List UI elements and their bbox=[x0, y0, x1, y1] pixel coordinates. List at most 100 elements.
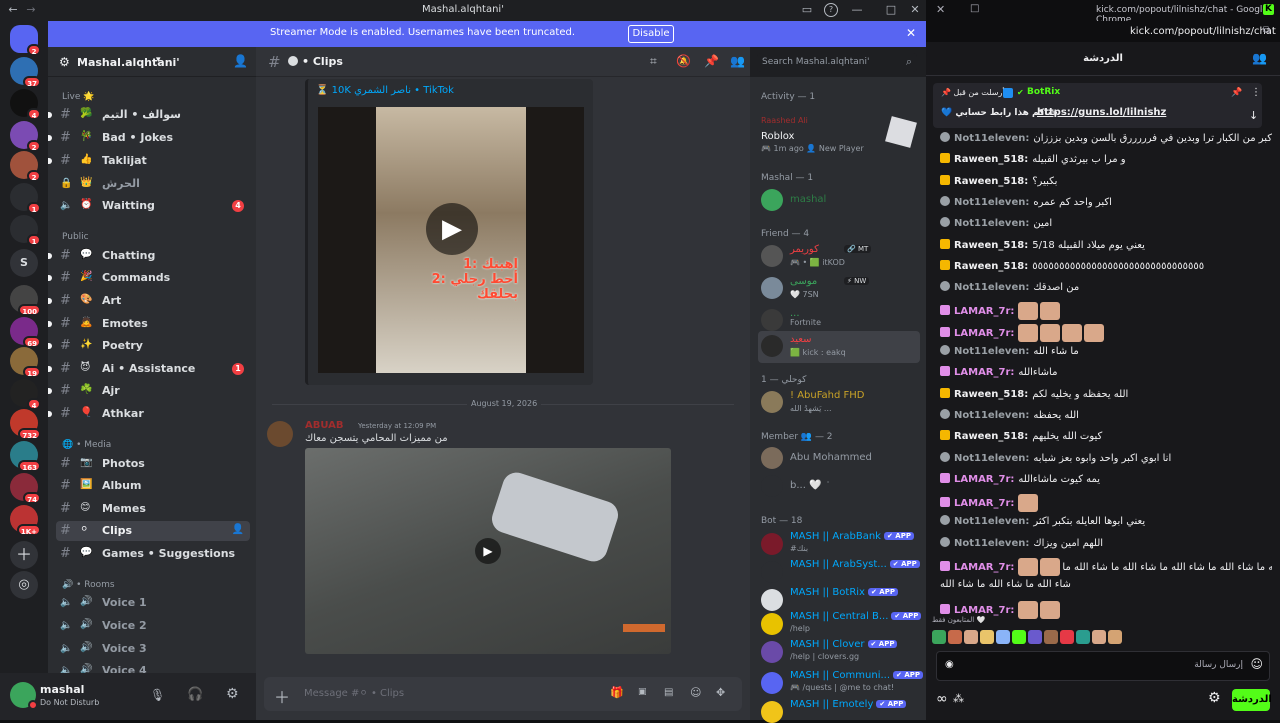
category-rooms[interactable]: 🔊 • Rooms bbox=[62, 580, 115, 590]
server-icon[interactable]: 74 bbox=[10, 473, 41, 504]
maximize-icon[interactable]: □ bbox=[884, 3, 898, 17]
chat-username[interactable]: Not11eleven: bbox=[954, 410, 1029, 421]
chat-username[interactable]: LAMAR_7r: bbox=[954, 306, 1014, 317]
play-icon[interactable]: ▶ bbox=[426, 203, 478, 255]
avatar[interactable] bbox=[10, 682, 38, 710]
server-icon[interactable]: 1K+ bbox=[10, 505, 41, 536]
avatar[interactable] bbox=[761, 189, 783, 211]
expand-icon[interactable]: ↓ bbox=[1249, 109, 1258, 122]
message-author[interactable]: ABUAB bbox=[305, 420, 344, 431]
member-list-icon[interactable]: 👥 bbox=[730, 54, 745, 68]
coins-icon[interactable]: ⁂ bbox=[953, 692, 964, 705]
chat-username[interactable]: LAMAR_7r: bbox=[954, 562, 1014, 573]
settings-gear-icon[interactable]: ⚙ bbox=[226, 686, 239, 702]
bot-item[interactable]: MASH || Central B... ✔ APP/help bbox=[758, 609, 922, 635]
chat-username[interactable]: Not11eleven: bbox=[954, 282, 1029, 293]
translate-icon[interactable]: ⧉ bbox=[1263, 25, 1270, 36]
chat-username[interactable]: Not11eleven: bbox=[954, 218, 1029, 229]
chat-username[interactable]: LAMAR_7r: bbox=[954, 605, 1014, 616]
headphones-icon[interactable]: 🎧 bbox=[187, 687, 203, 702]
server-icon[interactable]: 163 bbox=[10, 441, 41, 472]
avatar[interactable] bbox=[761, 245, 783, 267]
channel-item[interactable]: # 😈 Ai • Assistance 1 bbox=[48, 359, 250, 379]
message-input[interactable]: ＋ Message #⚪ • Clips 🎁 ▣ ▤ ☺ ✥ bbox=[264, 677, 742, 711]
avatar[interactable] bbox=[761, 561, 783, 583]
inbox-icon[interactable]: ▭ bbox=[800, 3, 814, 17]
channel-item[interactable]: 🔈 🔊 Voice 1 bbox=[56, 593, 250, 613]
server-icon[interactable]: 4 bbox=[10, 89, 41, 120]
chat-username[interactable]: Not11eleven: bbox=[954, 453, 1029, 464]
channel-item[interactable]: # 💬 Chatting bbox=[48, 246, 250, 266]
member-item[interactable]: سعيد 🟩 kick : eakq bbox=[758, 331, 920, 363]
threads-icon[interactable]: ⌗ bbox=[650, 54, 657, 69]
channel-item[interactable]: # 🎈 Athkar bbox=[48, 404, 250, 424]
avatar[interactable] bbox=[761, 613, 783, 635]
member-item[interactable]: b... 🤍 ݁ ݁ bbox=[758, 471, 920, 503]
avatar[interactable] bbox=[761, 335, 783, 357]
sticker-icon[interactable]: ▤ bbox=[664, 687, 673, 698]
channel-item[interactable]: 🔈 ⏰ Waitting 4 bbox=[56, 196, 250, 216]
help-icon[interactable]: ? bbox=[824, 3, 838, 17]
emote-icon[interactable] bbox=[964, 630, 978, 644]
video-attachment[interactable]: ▶ bbox=[305, 448, 671, 654]
server-icon[interactable]: 732 bbox=[10, 409, 41, 440]
member-item[interactable]: كوريمر 🔗 MT 🎮 • 🟩 itKOD bbox=[758, 241, 920, 273]
channel-item[interactable]: # 🥦 سوالف • التيم bbox=[48, 105, 250, 125]
emote-icon[interactable] bbox=[980, 630, 994, 644]
avatar[interactable] bbox=[761, 533, 783, 555]
emote-icon[interactable] bbox=[1076, 630, 1090, 644]
add-server-icon[interactable]: ＋ bbox=[10, 541, 38, 569]
avatar[interactable] bbox=[761, 672, 783, 694]
restore-icon[interactable]: □ bbox=[970, 3, 979, 14]
server-icon[interactable]: 2 bbox=[10, 25, 41, 56]
apps-icon[interactable]: ✥ bbox=[716, 686, 725, 699]
close-banner-icon[interactable]: ✕ bbox=[906, 26, 916, 40]
chat-username[interactable]: Not11eleven: bbox=[954, 516, 1029, 527]
channel-item[interactable]: # ☘️ Ajr bbox=[48, 381, 250, 401]
channel-item[interactable]: # 😊 Memes bbox=[56, 499, 250, 519]
pin-icon[interactable]: 📌 bbox=[1231, 88, 1242, 98]
category-live[interactable]: Live 🌟 bbox=[62, 92, 94, 102]
bot-item[interactable]: MASH || ArabBank ✔ APP #بنك bbox=[758, 529, 920, 555]
category-media[interactable]: 🌐 • Media bbox=[62, 440, 111, 450]
emoji-icon[interactable]: ☺ bbox=[1250, 657, 1263, 671]
channel-item[interactable]: # 👍 Taklijat bbox=[48, 151, 250, 171]
bot-item[interactable]: MASH || Emotely ✔ APP bbox=[758, 697, 920, 723]
microphone-icon[interactable]: 🎙 bbox=[150, 688, 165, 702]
channel-item[interactable]: 🔈 🔊 Voice 3 bbox=[56, 639, 250, 659]
bot-item[interactable]: MASH || ArabSyst... ✔ APP bbox=[758, 557, 920, 583]
emote-icon[interactable] bbox=[996, 630, 1010, 644]
add-attachment-icon[interactable]: ＋ bbox=[274, 684, 290, 708]
chat-username[interactable]: LAMAR_7r: bbox=[954, 367, 1014, 378]
channel-item[interactable]: # 🎨 Art bbox=[48, 291, 250, 311]
chat-username[interactable]: LAMAR_7r: bbox=[954, 328, 1014, 339]
emote-icon[interactable] bbox=[948, 630, 962, 644]
activity-card[interactable]: Raashed Ali Roblox 🎮 1m ago 👤 New Player bbox=[758, 113, 920, 155]
chat-username[interactable]: Raween_518: bbox=[954, 154, 1028, 165]
server-icon[interactable]: 69 bbox=[10, 317, 41, 348]
emote-icon[interactable] bbox=[1028, 630, 1042, 644]
server-icon[interactable]: 1 bbox=[10, 215, 41, 246]
pin-icon[interactable]: 📌 bbox=[704, 54, 719, 68]
chat-username[interactable]: Raween_518: bbox=[954, 431, 1028, 442]
users-icon[interactable]: 👥 bbox=[1252, 51, 1267, 65]
chat-username[interactable]: Raween_518: bbox=[954, 240, 1028, 251]
server-icon[interactable]: 37 bbox=[10, 57, 41, 88]
avatar[interactable] bbox=[761, 589, 783, 611]
avatar[interactable] bbox=[761, 475, 783, 497]
channel-item[interactable]: # 💬 Games • Suggestions bbox=[56, 544, 250, 564]
avatar[interactable] bbox=[761, 641, 783, 663]
server-icon[interactable]: 1 bbox=[10, 183, 41, 214]
avatar[interactable] bbox=[761, 277, 783, 299]
gif-icon[interactable]: ▣ bbox=[638, 687, 647, 697]
chat-username[interactable]: Not11eleven: bbox=[954, 346, 1029, 357]
emote-icon[interactable] bbox=[1012, 630, 1026, 644]
chat-username[interactable]: Not11eleven: bbox=[954, 133, 1029, 144]
channel-item[interactable]: # 🎉 Commands bbox=[48, 268, 250, 288]
avatar[interactable] bbox=[267, 421, 293, 447]
disable-button[interactable]: Disable bbox=[628, 25, 674, 43]
gift-icon[interactable]: 🎁 bbox=[610, 686, 624, 699]
settings-gear-icon[interactable]: ⚙ bbox=[1208, 690, 1221, 706]
channel-item[interactable]: 🔈 🔊 Voice 2 bbox=[56, 616, 250, 636]
member-item[interactable]: موسى ⚡ NW 🤍 7SN bbox=[758, 273, 920, 305]
